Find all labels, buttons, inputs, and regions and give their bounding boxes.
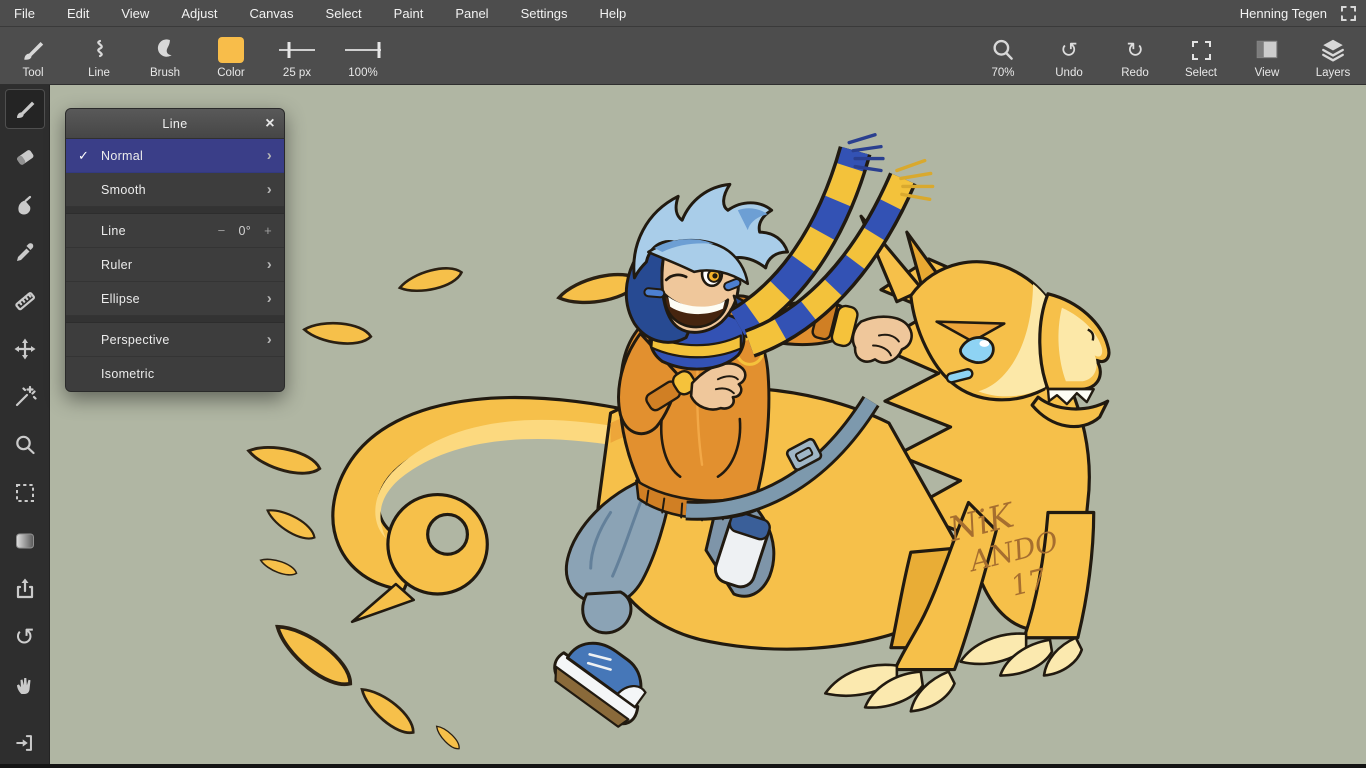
gradient-icon <box>13 529 37 553</box>
smudge-icon <box>13 193 37 217</box>
panel-separator <box>66 316 284 323</box>
sidebar-collapse-button[interactable] <box>0 720 50 766</box>
check-icon: ✓ <box>78 148 101 164</box>
sidebar-tool-history[interactable]: ↺ <box>0 613 50 661</box>
marquee-icon <box>13 481 37 505</box>
select-button[interactable]: Select <box>1168 27 1234 84</box>
sidebar-tool-select[interactable] <box>0 469 50 517</box>
menu-file[interactable]: File <box>0 0 51 27</box>
view-icon <box>1254 34 1280 66</box>
brush-tip-button[interactable]: Brush <box>132 27 198 84</box>
sidebar-tool-export[interactable] <box>0 565 50 613</box>
menu-settings[interactable]: Settings <box>505 0 584 27</box>
color-button[interactable]: Color <box>198 27 264 84</box>
sidebar-tool-gradient[interactable] <box>0 517 50 565</box>
brush-size-button[interactable]: 25 px <box>264 27 330 84</box>
sidebar-tool-hand[interactable] <box>0 661 50 709</box>
menu-bar: File Edit View Adjust Canvas Select Pain… <box>0 0 1366 27</box>
panel-row-line-angle[interactable]: Line − 0° + <box>66 214 284 248</box>
magic-wand-icon <box>13 385 37 409</box>
toolbar: Tool Line Brush Color <box>0 27 1366 85</box>
marquee-icon <box>1192 41 1211 60</box>
color-swatch <box>218 37 244 63</box>
tool-button[interactable]: Tool <box>0 27 66 84</box>
redo-button[interactable]: ↻ Redo <box>1102 27 1168 84</box>
panel-row-perspective[interactable]: Perspective › <box>66 323 284 357</box>
squiggle-line-icon <box>87 34 111 66</box>
hand-icon <box>13 673 37 697</box>
chevron-right-icon: › <box>267 331 272 348</box>
fullscreen-icon[interactable] <box>1341 6 1356 21</box>
brush-icon <box>20 34 46 66</box>
redo-icon: ↻ <box>1126 40 1144 60</box>
sidebar-tool-move[interactable] <box>0 325 50 373</box>
undo-icon: ↺ <box>1060 40 1078 60</box>
menu-panel[interactable]: Panel <box>439 0 504 27</box>
opacity-slider-icon <box>342 34 384 66</box>
chevron-right-icon: › <box>267 147 272 164</box>
move-icon <box>13 337 37 361</box>
size-slider-icon <box>276 34 318 66</box>
opacity-button[interactable]: 100% <box>330 27 396 84</box>
close-icon[interactable]: × <box>265 109 275 139</box>
panel-row-isometric[interactable]: Isometric <box>66 357 284 391</box>
menu-edit[interactable]: Edit <box>51 0 105 27</box>
line-button[interactable]: Line <box>66 27 132 84</box>
panel-row-ellipse[interactable]: Ellipse › <box>66 282 284 316</box>
panel-row-smooth[interactable]: Smooth › <box>66 173 284 207</box>
export-icon <box>13 577 37 601</box>
collapse-panel-icon <box>14 732 36 754</box>
panel-row-normal[interactable]: ✓ Normal › <box>66 139 284 173</box>
menu-select[interactable]: Select <box>310 0 378 27</box>
sidebar-tool-eraser[interactable] <box>0 133 50 181</box>
panel-header[interactable]: Line × <box>66 109 284 139</box>
panel-title: Line <box>162 117 187 131</box>
view-button[interactable]: View <box>1234 27 1300 84</box>
eraser-icon <box>13 145 37 169</box>
sidebar-tool-eyedropper[interactable] <box>0 229 50 277</box>
layers-icon <box>1320 34 1346 66</box>
layers-button[interactable]: Layers <box>1300 27 1366 84</box>
line-tool-panel: Line × ✓ Normal › Smooth › Line − 0° + R… <box>65 108 285 392</box>
zoom-level-button[interactable]: 70% <box>970 27 1036 84</box>
angle-value: 0° <box>239 224 252 238</box>
angle-increase-button[interactable]: + <box>264 223 272 238</box>
brush-tip-icon <box>152 34 178 66</box>
history-icon: ↺ <box>14 627 34 647</box>
undo-button[interactable]: ↺ Undo <box>1036 27 1102 84</box>
tool-sidebar: ↺ <box>0 85 50 768</box>
chevron-right-icon: › <box>267 181 272 198</box>
sidebar-tool-ruler[interactable] <box>0 277 50 325</box>
menu-view[interactable]: View <box>105 0 165 27</box>
sidebar-tool-smudge[interactable] <box>0 181 50 229</box>
chevron-right-icon: › <box>267 256 272 273</box>
ruler-icon <box>13 289 37 313</box>
eyedropper-icon <box>13 241 37 265</box>
menu-paint[interactable]: Paint <box>378 0 440 27</box>
angle-decrease-button[interactable]: − <box>218 223 226 238</box>
panel-separator <box>66 207 284 214</box>
bottom-edge <box>0 764 1366 768</box>
brush-icon <box>5 89 45 129</box>
sidebar-tool-brush[interactable] <box>0 85 50 133</box>
user-name: Henning Tegen <box>1240 6 1327 21</box>
magnifier-icon <box>13 433 37 457</box>
menu-help[interactable]: Help <box>584 0 643 27</box>
menu-canvas[interactable]: Canvas <box>233 0 309 27</box>
menu-adjust[interactable]: Adjust <box>165 0 233 27</box>
sidebar-tool-zoom[interactable] <box>0 421 50 469</box>
zoom-icon <box>990 34 1016 66</box>
panel-row-ruler[interactable]: Ruler › <box>66 248 284 282</box>
chevron-right-icon: › <box>267 290 272 307</box>
sidebar-tool-magic-wand[interactable] <box>0 373 50 421</box>
